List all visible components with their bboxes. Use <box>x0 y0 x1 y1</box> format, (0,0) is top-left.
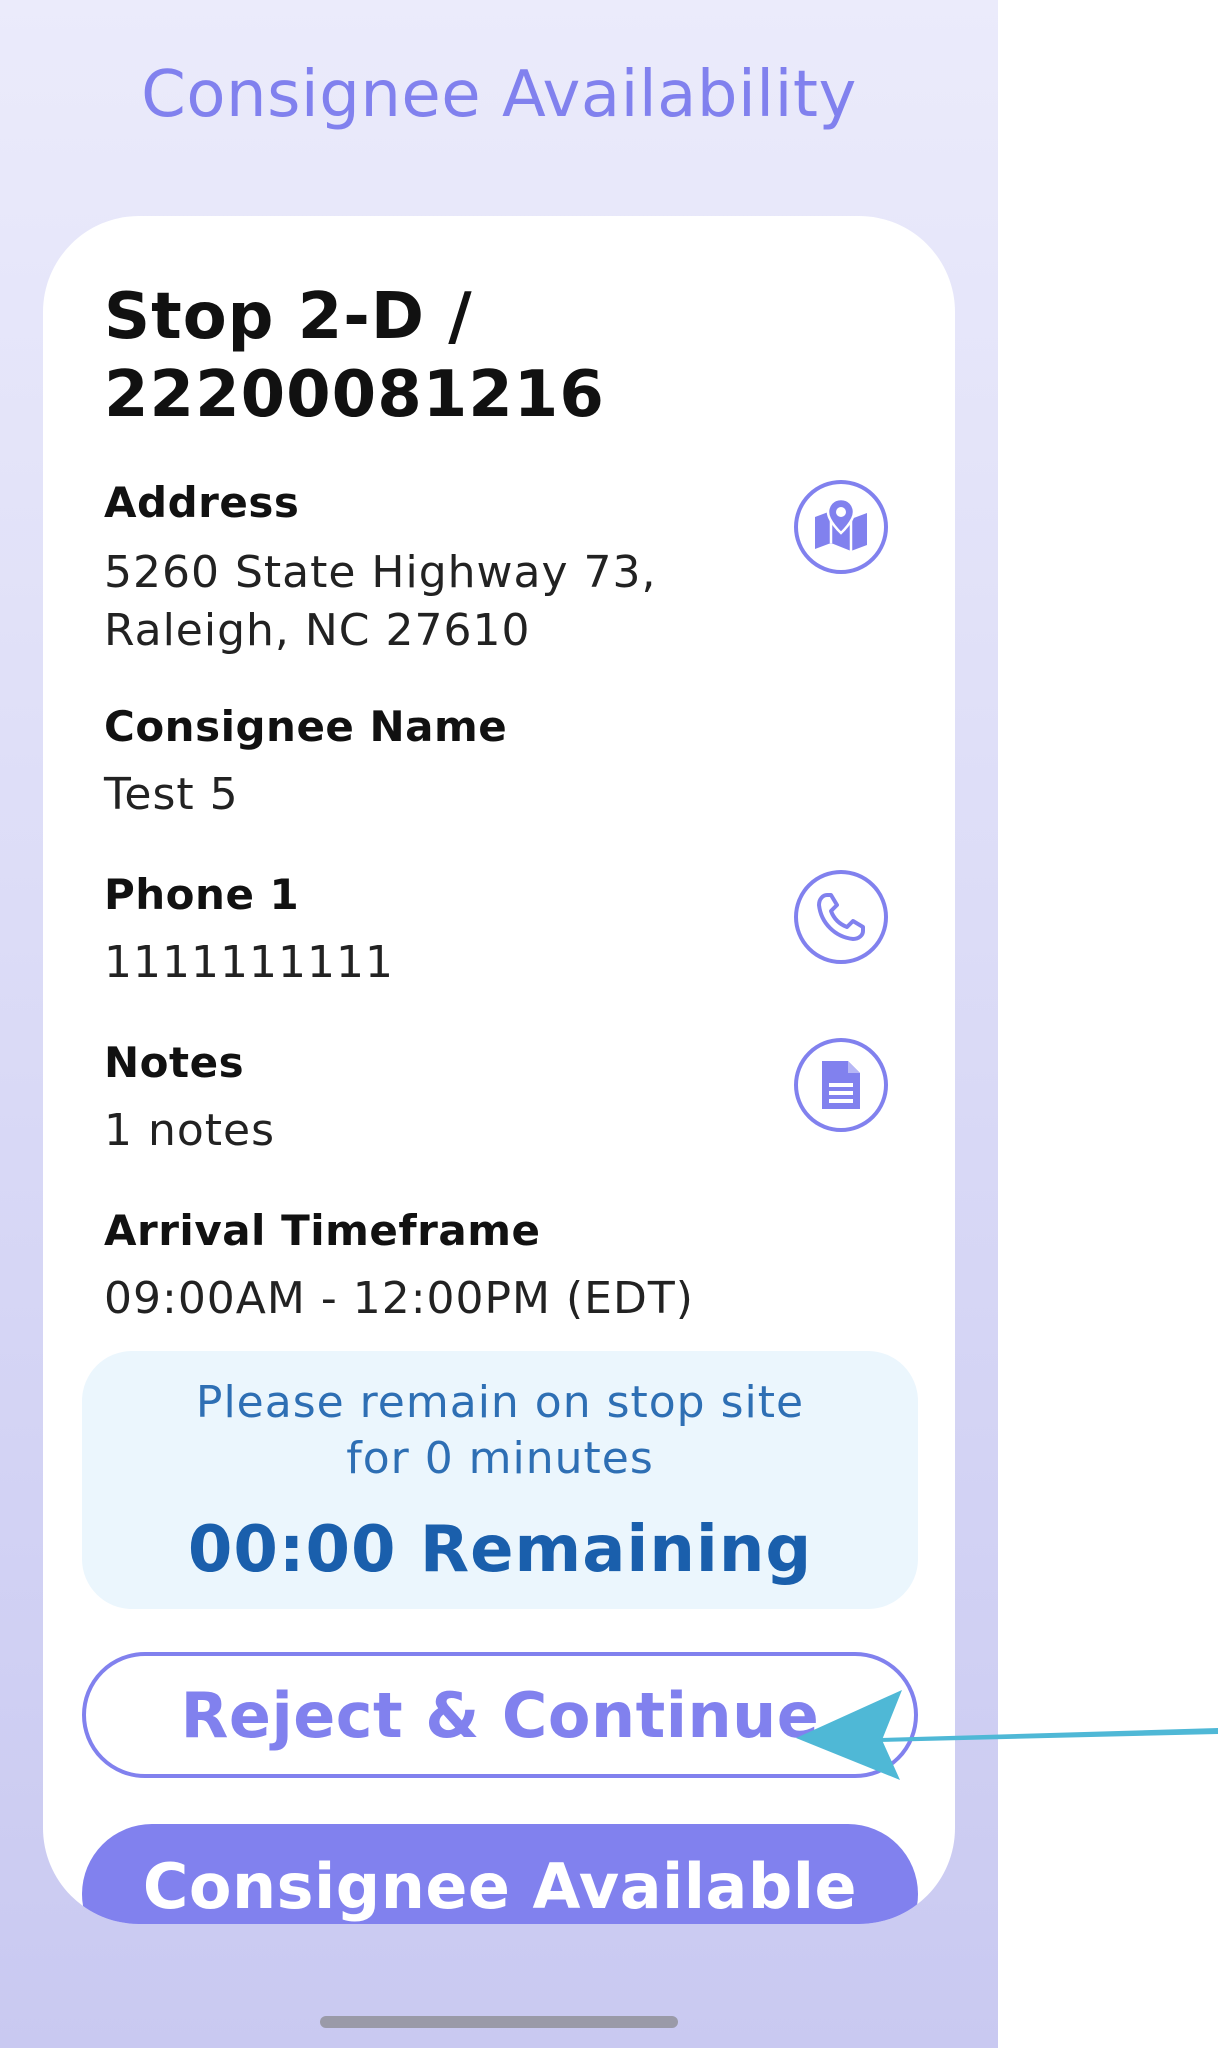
home-indicator <box>320 2016 678 2028</box>
stop-title-line1: Stop 2-D / <box>104 280 473 354</box>
phone-label: Phone 1 <box>104 870 300 919</box>
notes-label: Notes <box>104 1038 245 1087</box>
arrival-timeframe-value: 09:00AM - 12:00PM (EDT) <box>104 1273 694 1324</box>
stop-title-line2: 22200081216 <box>104 358 605 432</box>
annotation-arrow-icon <box>796 1690 1218 1780</box>
stop-details-card: Stop 2-D / 22200081216 Address 5260 Stat… <box>43 216 955 1924</box>
notes-button[interactable] <box>794 1038 888 1132</box>
address-line2: Raleigh, NC 27610 <box>104 605 531 656</box>
document-icon <box>822 1061 860 1109</box>
stop-title: Stop 2-D / 22200081216 <box>104 278 605 434</box>
phone-value: 1111111111 <box>104 937 394 988</box>
dwell-timer-message-line1: Please remain on stop site <box>195 1377 805 1428</box>
phone-icon <box>817 893 865 941</box>
map-pin-icon <box>815 497 867 551</box>
arrival-timeframe-label: Arrival Timeframe <box>104 1206 541 1255</box>
address-value: 5260 State Highway 73, Raleigh, NC 27610 <box>104 544 657 660</box>
consignee-name-label: Consignee Name <box>104 702 508 751</box>
dwell-timer-countdown: 00:00 Remaining <box>187 1513 813 1587</box>
dwell-timer-box: Please remain on stop site for 0 minutes… <box>82 1351 918 1609</box>
dwell-timer-message-line2: for 0 minutes <box>346 1433 654 1484</box>
consignee-available-button[interactable]: Consignee Available <box>82 1824 918 1924</box>
page-title: Consignee Availability <box>141 58 857 132</box>
address-label: Address <box>104 478 300 527</box>
call-button[interactable] <box>794 870 888 964</box>
map-button[interactable] <box>794 480 888 574</box>
dwell-timer-message: Please remain on stop site for 0 minutes <box>82 1375 918 1487</box>
notes-value: 1 notes <box>104 1105 276 1156</box>
consignee-name-value: Test 5 <box>104 769 239 820</box>
address-line1: 5260 State Highway 73, <box>104 547 657 598</box>
